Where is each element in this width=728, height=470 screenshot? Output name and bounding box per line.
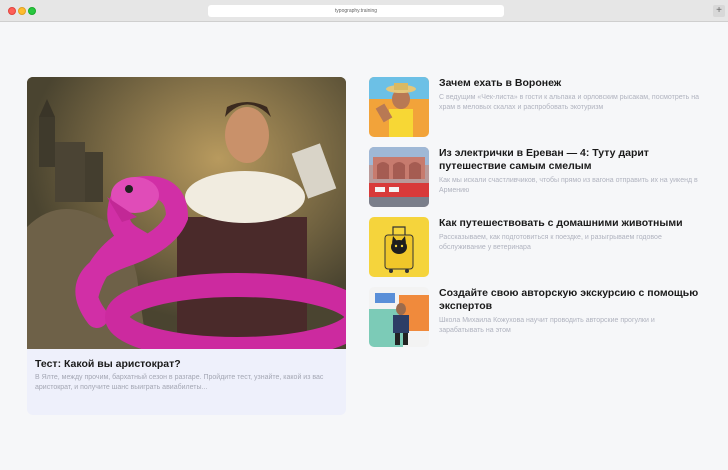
article-title[interactable]: Зачем ехать в Воронеж — [439, 77, 701, 90]
article-card[interactable]: Из электрички в Ереван — 4: Туту дарит п… — [369, 147, 699, 207]
article-thumbnail — [369, 77, 429, 137]
browser-toolbar: typography.training + — [0, 0, 728, 22]
article-description: Школа Михаила Кожухова научит проводить … — [439, 317, 655, 334]
featured-description: В Ялте, между прочим, бархатный сезон в … — [35, 374, 324, 391]
close-window-icon[interactable] — [8, 7, 16, 15]
article-thumbnail — [369, 147, 429, 207]
article-title[interactable]: Создайте свою авторскую экскурсию с помо… — [439, 287, 701, 313]
minimize-window-icon[interactable] — [18, 7, 26, 15]
article-card[interactable]: Как путешествовать с домашними животными… — [369, 217, 699, 277]
article-title[interactable]: Из электрички в Ереван — 4: Туту дарит п… — [439, 147, 701, 173]
maximize-window-icon[interactable] — [28, 7, 36, 15]
article-description: Как мы искали счастливчиков, чтобы прямо… — [439, 177, 698, 194]
address-bar[interactable]: typography.training — [208, 5, 504, 17]
article-description: Рассказываем, как подготовиться к поездк… — [439, 234, 662, 251]
featured-title[interactable]: Тест: Какой вы аристократ? — [35, 358, 181, 370]
article-thumbnail — [369, 287, 429, 347]
new-tab-icon[interactable]: + — [713, 5, 725, 17]
featured-card[interactable]: Тест: Какой вы аристократ? В Ялте, между… — [27, 77, 346, 415]
article-card[interactable]: Зачем ехать в Воронеж С ведущим «Чек-лис… — [369, 77, 699, 137]
article-card[interactable]: Создайте свою авторскую экскурсию с помо… — [369, 287, 699, 347]
article-description: С ведущим «Чек-листа» в гости к альпака … — [439, 94, 699, 111]
article-thumbnail — [369, 217, 429, 277]
featured-image — [27, 77, 346, 349]
article-title[interactable]: Как путешествовать с домашними животными — [439, 217, 701, 230]
